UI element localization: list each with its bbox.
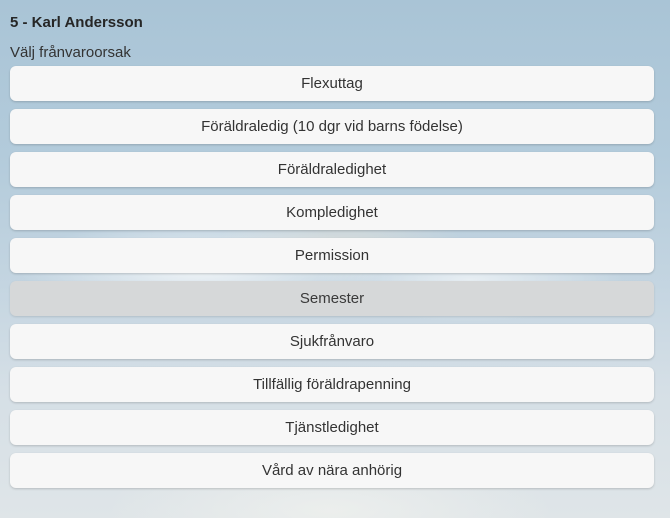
reason-button-foraldraledighet[interactable]: Föräldraledighet [10,152,654,187]
absence-reason-panel: 5 - Karl Andersson Välj frånvaroorsak Fl… [0,0,670,518]
reason-button-tillfallig-foraldrapenning[interactable]: Tillfällig föräldrapenning [10,367,654,402]
employee-title: 5 - Karl Andersson [10,14,143,31]
reason-button-kompledighet[interactable]: Kompledighet [10,195,654,230]
choose-reason-label: Välj frånvaroorsak [10,44,131,61]
reason-button-sjukfranvaro[interactable]: Sjukfrånvaro [10,324,654,359]
reason-button-flexuttag[interactable]: Flexuttag [10,66,654,101]
reason-button-semester[interactable]: Semester [10,281,654,316]
reason-button-vard-av-nara-anhorig[interactable]: Vård av nära anhörig [10,453,654,488]
reason-button-foraldraledig-10-dgr[interactable]: Föräldraledig (10 dgr vid barns födelse) [10,109,654,144]
reason-list: Flexuttag Föräldraledig (10 dgr vid barn… [10,66,654,488]
reason-button-permission[interactable]: Permission [10,238,654,273]
reason-button-tjanstledighet[interactable]: Tjänstledighet [10,410,654,445]
